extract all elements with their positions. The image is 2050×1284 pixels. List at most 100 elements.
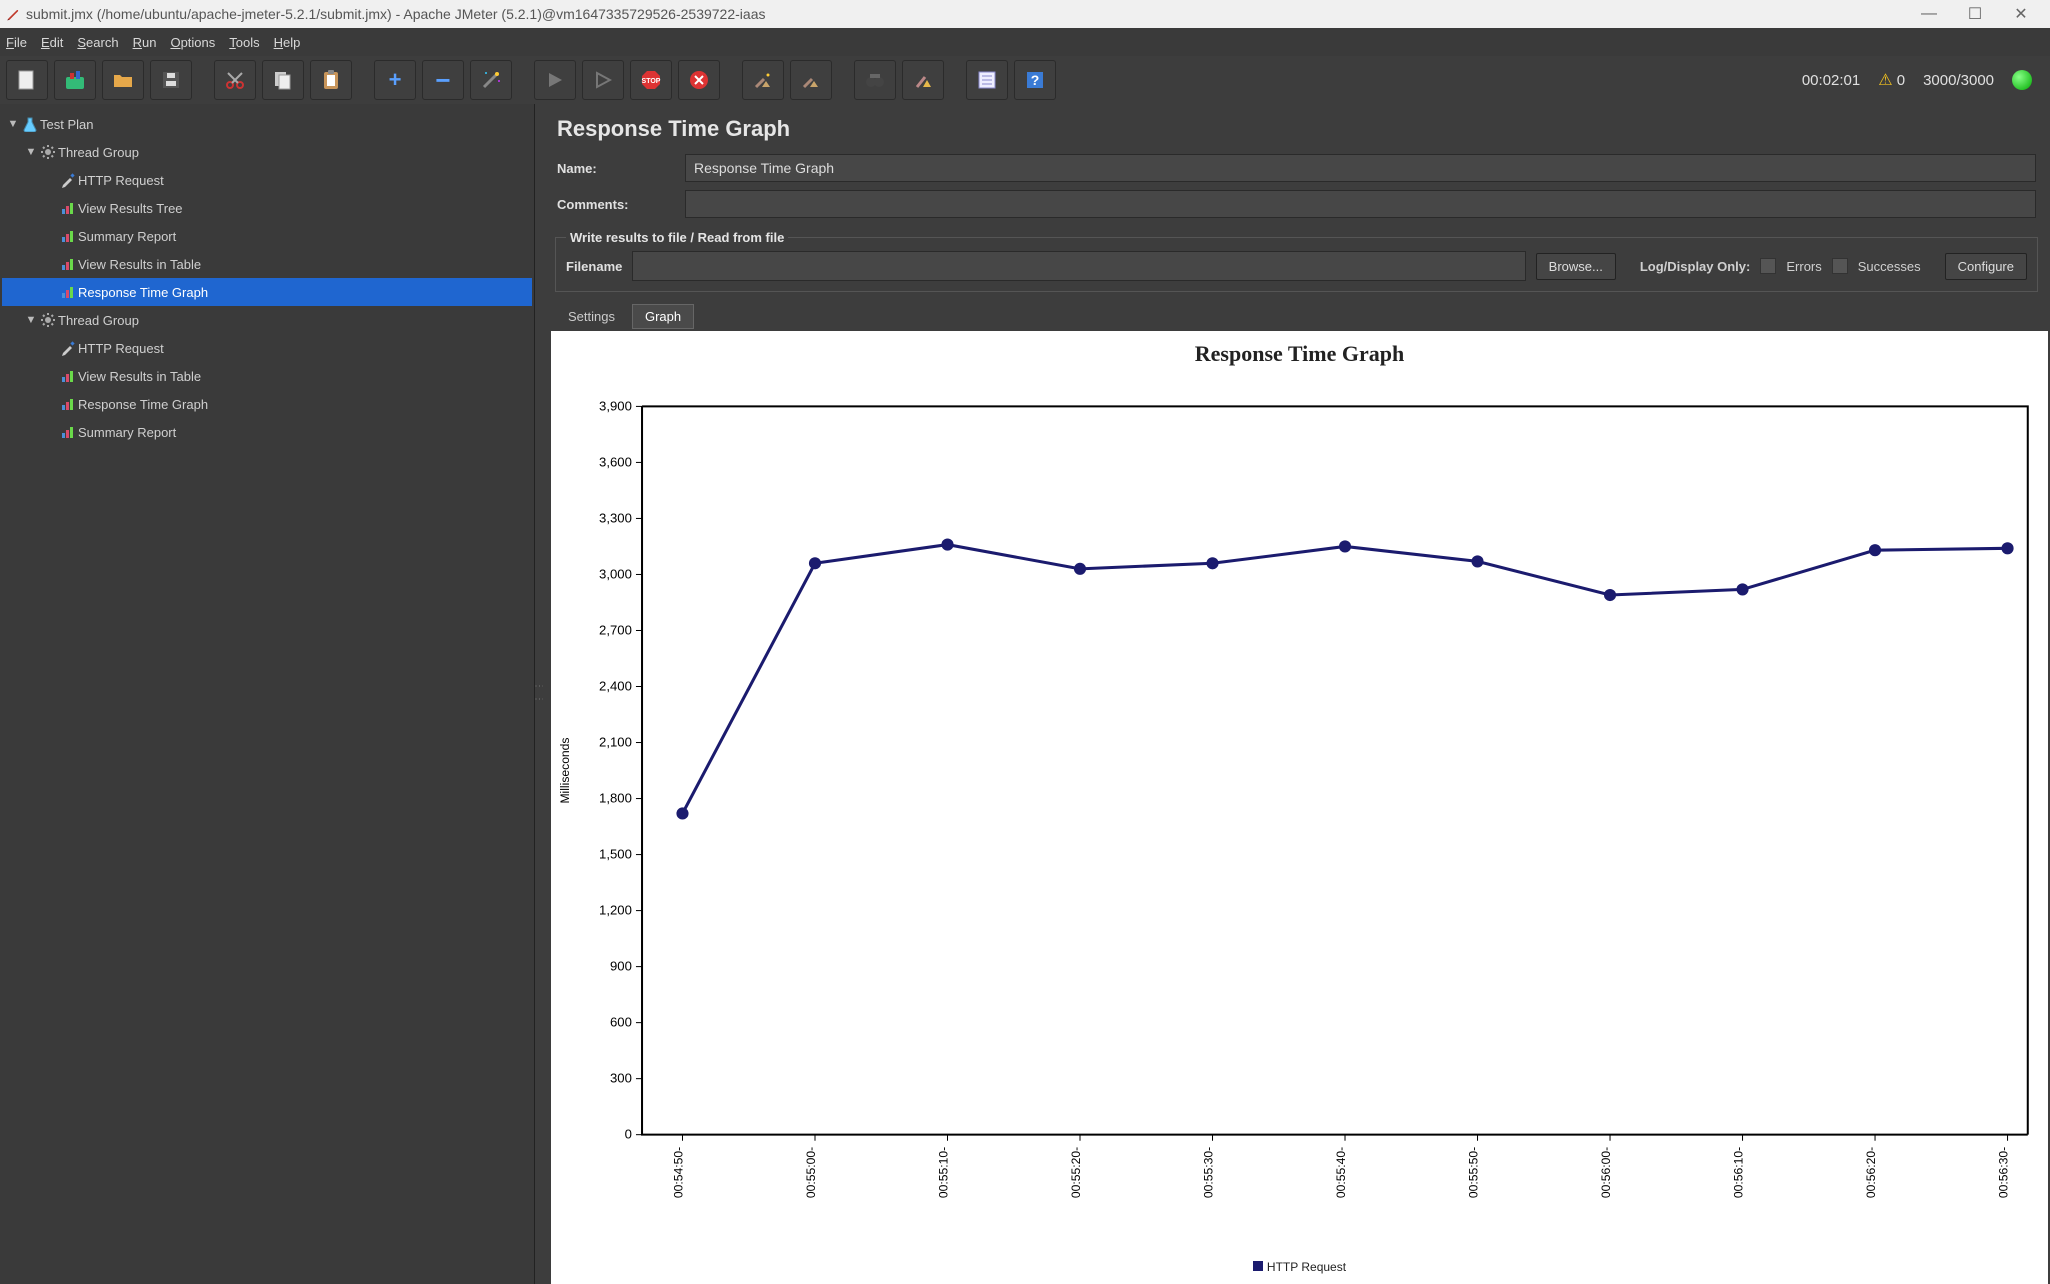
menu-run[interactable]: Run [133, 35, 157, 50]
file-io-group: Write results to file / Read from file F… [555, 230, 2038, 292]
close-circle-icon [689, 70, 709, 90]
broom-sparkle-icon [752, 69, 774, 91]
clear-all-button[interactable] [790, 60, 832, 100]
window-titlebar: submit.jmx (/home/ubuntu/apache-jmeter-5… [0, 0, 2050, 28]
svg-text:00:55:40-: 00:55:40- [1334, 1147, 1348, 1198]
help-button[interactable]: ? [1014, 60, 1056, 100]
window-close-button[interactable]: ✕ [1998, 4, 2044, 24]
filename-label: Filename [566, 259, 622, 274]
svg-text:900: 900 [610, 959, 632, 974]
filename-input[interactable] [632, 251, 1525, 281]
chart-icon [58, 228, 78, 244]
svg-text:1,800: 1,800 [599, 791, 632, 806]
svg-text:STOP: STOP [642, 78, 661, 85]
chart-icon [58, 256, 78, 272]
stop-button[interactable]: STOP [630, 60, 672, 100]
tree-item-view-results-in-table[interactable]: View Results in Table [2, 250, 532, 278]
plus-icon: + [389, 67, 402, 93]
name-input[interactable] [685, 154, 2036, 182]
svg-text:00:56:20-: 00:56:20- [1864, 1147, 1878, 1198]
svg-text:?: ? [1031, 72, 1040, 88]
menu-file[interactable]: File [6, 35, 27, 50]
binoculars-icon [864, 69, 886, 91]
warning-icon: ⚠ [1878, 72, 1892, 89]
broom-yellow-icon [912, 69, 934, 91]
menubar: File Edit Search Run Options Tools Help [0, 28, 2050, 56]
function-helper-button[interactable] [966, 60, 1008, 100]
reset-search-button[interactable] [902, 60, 944, 100]
file-io-legend: Write results to file / Read from file [566, 230, 788, 245]
save-icon [160, 69, 182, 91]
new-button[interactable] [6, 60, 48, 100]
svg-text:00:55:50-: 00:55:50- [1467, 1147, 1481, 1198]
errors-label: Errors [1786, 259, 1821, 274]
svg-text:00:56:10-: 00:56:10- [1732, 1147, 1746, 1198]
search-tree-button[interactable] [854, 60, 896, 100]
svg-text:00:54:50-: 00:54:50- [671, 1147, 685, 1198]
tree-item-view-results-in-table[interactable]: View Results in Table [2, 362, 532, 390]
cut-button[interactable] [214, 60, 256, 100]
gear-icon [38, 144, 58, 160]
gear-icon [38, 312, 58, 328]
successes-checkbox[interactable] [1832, 258, 1848, 274]
tree-item-thread-group[interactable]: ▼Thread Group [2, 306, 532, 334]
configure-button[interactable]: Configure [1945, 253, 2027, 280]
svg-text:00:55:00-: 00:55:00- [804, 1147, 818, 1198]
tree-item-view-results-tree[interactable]: View Results Tree [2, 194, 532, 222]
menu-options[interactable]: Options [170, 35, 215, 50]
splitter[interactable]: ⋮⋮ [535, 104, 543, 1284]
svg-text:Milliseconds: Milliseconds [558, 738, 572, 804]
tree-item-http-request[interactable]: HTTP Request [2, 334, 532, 362]
chart-icon [58, 368, 78, 384]
collapse-button[interactable]: − [422, 60, 464, 100]
copy-icon [272, 69, 294, 91]
paste-button[interactable] [310, 60, 352, 100]
expand-button[interactable]: + [374, 60, 416, 100]
name-label: Name: [557, 161, 677, 176]
svg-text:2,700: 2,700 [599, 623, 632, 638]
tree-item-response-time-graph[interactable]: Response Time Graph [2, 390, 532, 418]
tab-settings[interactable]: Settings [555, 304, 628, 329]
start-noTimers-button[interactable] [582, 60, 624, 100]
test-plan-tree[interactable]: ▼Test Plan▼Thread GroupHTTP RequestView … [0, 104, 535, 1284]
chart-title: Response Time Graph [551, 331, 2048, 371]
errors-checkbox[interactable] [1760, 258, 1776, 274]
menu-tools[interactable]: Tools [229, 35, 259, 50]
svg-text:600: 600 [610, 1015, 632, 1030]
svg-text:300: 300 [610, 1071, 632, 1086]
templates-button[interactable] [54, 60, 96, 100]
menu-search[interactable]: Search [77, 35, 118, 50]
save-button[interactable] [150, 60, 192, 100]
browse-button[interactable]: Browse... [1536, 253, 1616, 280]
comments-label: Comments: [557, 197, 677, 212]
chart-area: Response Time Graph 03006009001,2001,500… [551, 331, 2048, 1284]
folder-open-icon [112, 69, 134, 91]
svg-text:3,600: 3,600 [599, 454, 632, 469]
window-maximize-button[interactable]: ☐ [1952, 4, 1998, 24]
menu-help[interactable]: Help [274, 35, 301, 50]
svg-text:00:55:30-: 00:55:30- [1202, 1147, 1216, 1198]
chart-icon [58, 200, 78, 216]
tree-item-summary-report[interactable]: Summary Report [2, 418, 532, 446]
legend-swatch [1253, 1261, 1263, 1271]
menu-edit[interactable]: Edit [41, 35, 63, 50]
play-outline-icon [594, 71, 612, 89]
tab-graph[interactable]: Graph [632, 304, 694, 329]
tree-item-response-time-graph[interactable]: Response Time Graph [2, 278, 532, 306]
open-button[interactable] [102, 60, 144, 100]
window-minimize-button[interactable]: — [1906, 5, 1952, 23]
successes-label: Successes [1858, 259, 1921, 274]
tree-item-summary-report[interactable]: Summary Report [2, 222, 532, 250]
tree-item-test-plan[interactable]: ▼Test Plan [2, 110, 532, 138]
tree-item-http-request[interactable]: HTTP Request [2, 166, 532, 194]
shutdown-button[interactable] [678, 60, 720, 100]
clear-button[interactable] [742, 60, 784, 100]
comments-input[interactable] [685, 190, 2036, 218]
window-title: submit.jmx (/home/ubuntu/apache-jmeter-5… [26, 6, 765, 22]
toggle-button[interactable] [470, 60, 512, 100]
status-warnings[interactable]: ⚠ 0 [1878, 70, 1905, 90]
tree-item-thread-group[interactable]: ▼Thread Group [2, 138, 532, 166]
start-button[interactable] [534, 60, 576, 100]
copy-button[interactable] [262, 60, 304, 100]
pipette-icon [58, 172, 78, 188]
